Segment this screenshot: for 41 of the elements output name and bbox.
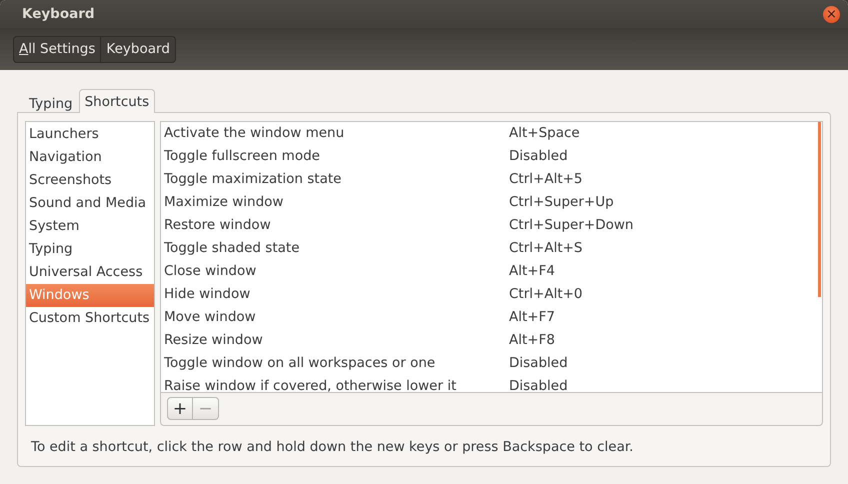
category-item[interactable]: Launchers: [26, 123, 154, 146]
close-button[interactable]: ×: [823, 6, 840, 22]
category-item[interactable]: Screenshots: [26, 169, 154, 192]
action-cell-text: Toggle maximization state: [164, 170, 342, 189]
category-item[interactable]: Custom Shortcuts: [26, 307, 154, 330]
keys-cell-text: Alt+F8: [509, 331, 556, 350]
hint-text: To edit a shortcut, click the row and hold down the new keys or press Backspace to clear.: [31, 439, 634, 455]
category-item[interactable]: Typing: [26, 238, 154, 261]
category-item[interactable]: Universal Access: [26, 261, 154, 284]
keys-cell-text: Alt+Space: [509, 124, 581, 143]
action-cell-text: Toggle shaded state: [164, 239, 300, 258]
action-cell-text: Resize window: [164, 331, 264, 350]
keys-cell-text: Disabled: [509, 147, 569, 166]
action-cell-text: Toggle window on all workspaces or one: [164, 354, 436, 373]
scrollbar[interactable]: [818, 122, 821, 297]
keys-cell-text: Disabled: [509, 354, 569, 373]
action-cell-text: Maximize window: [164, 193, 284, 212]
category-item[interactable]: System: [26, 215, 154, 238]
keys-cell-text: Ctrl+Alt+5: [509, 170, 584, 189]
keys-cell-text: Ctrl+Super+Up: [509, 193, 615, 212]
add-button[interactable]: +: [167, 397, 193, 420]
window-title: Keyboard: [22, 6, 95, 22]
action-cell-text: Restore window: [164, 216, 272, 235]
action-cell-text: Toggle fullscreen mode: [164, 147, 321, 166]
tab[interactable]: Shortcuts: [78, 89, 156, 113]
breadcrumb-button[interactable]: All Settings: [14, 36, 100, 62]
action-cell-text: Hide window: [164, 285, 252, 304]
action-cell-text: Raise window if covered, otherwise lower it: [164, 377, 458, 392]
keys-cell-text: Ctrl+Alt+0: [509, 285, 584, 304]
category-item[interactable]: Navigation: [26, 146, 154, 169]
action-cell-text: Move window: [164, 308, 257, 327]
action-cell-text: Activate the window menu: [164, 124, 346, 143]
keys-cell-text: Ctrl+Super+Down: [509, 216, 634, 235]
keys-cell-text: Disabled: [509, 377, 569, 392]
keys-cell-text: Alt+F7: [509, 308, 556, 327]
keys-cell-text: Alt+F4: [509, 262, 556, 281]
tab[interactable]: Typing: [23, 93, 79, 113]
action-cell-text: Close window: [164, 262, 258, 281]
keys-cell-text: Ctrl+Alt+S: [509, 239, 584, 258]
category-item[interactable]: Sound and Media: [26, 192, 154, 215]
breadcrumb-button[interactable]: Keyboard: [100, 36, 175, 62]
